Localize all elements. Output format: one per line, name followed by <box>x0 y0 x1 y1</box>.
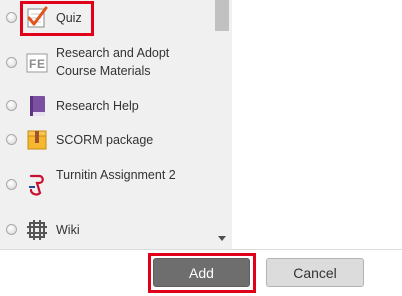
list-item-label: Wiki <box>56 223 80 237</box>
activity-list: Quiz F E Research and Adopt Course Mater… <box>0 0 232 249</box>
svg-text:E: E <box>37 57 45 71</box>
list-item-course-materials[interactable]: F E Research and Adopt Course Materials <box>0 44 212 82</box>
book-icon <box>25 94 49 118</box>
scrollbar-thumb[interactable] <box>215 0 229 31</box>
list-scrollbar[interactable] <box>214 0 230 249</box>
scroll-down-arrow-icon[interactable] <box>218 236 226 241</box>
list-item-turnitin[interactable]: Turnitin Assignment 2 <box>0 166 212 204</box>
scorm-package-icon <box>25 128 49 152</box>
add-highlight-box <box>148 253 256 293</box>
list-item-label: Research and Adopt Course Materials <box>56 46 170 78</box>
course-materials-icon: F E <box>25 51 49 75</box>
list-item-research-help[interactable]: Research Help <box>0 94 212 118</box>
list-item-wiki[interactable]: Wiki <box>0 218 212 242</box>
cancel-button[interactable]: Cancel <box>266 258 364 287</box>
svg-text:F: F <box>29 57 36 71</box>
radio-quiz[interactable] <box>6 12 17 23</box>
turnitin-icon <box>25 173 49 197</box>
list-item-scorm[interactable]: SCORM package <box>0 128 212 152</box>
radio-course-materials[interactable] <box>6 57 17 68</box>
activity-description-panel <box>232 0 402 249</box>
radio-turnitin[interactable] <box>6 179 17 190</box>
wiki-icon <box>25 218 49 242</box>
list-item-label: Turnitin Assignment 2 <box>56 168 176 182</box>
radio-research-help[interactable] <box>6 100 17 111</box>
quiz-highlight-box <box>20 1 94 36</box>
list-item-label: Research Help <box>56 99 139 113</box>
radio-scorm[interactable] <box>6 134 17 145</box>
radio-wiki[interactable] <box>6 224 17 235</box>
list-item-label: SCORM package <box>56 133 154 147</box>
